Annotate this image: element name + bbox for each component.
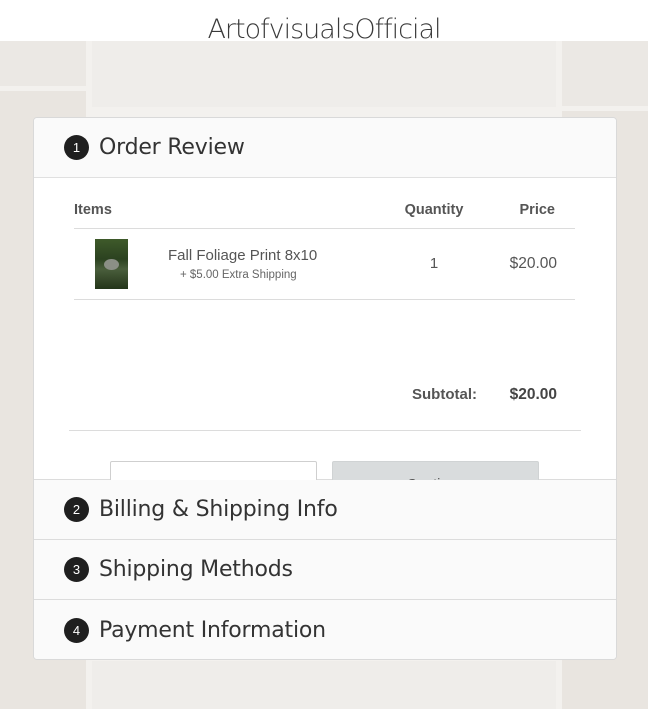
step-order-review[interactable]: 1 Order Review bbox=[34, 118, 616, 178]
divider bbox=[69, 430, 581, 431]
item-description-cell: Fall Foliage Print 8x10 + $5.00 Extra Sh… bbox=[134, 228, 389, 300]
item-price: $20.00 bbox=[479, 228, 575, 300]
step-title: Billing & Shipping Info bbox=[99, 497, 338, 522]
step-shipping-methods[interactable]: 3 Shipping Methods bbox=[34, 540, 616, 600]
items-column-header: Items bbox=[74, 192, 389, 229]
subtotal-value: $20.00 bbox=[509, 386, 557, 403]
item-quantity: 1 bbox=[389, 228, 479, 300]
price-column-header: Price bbox=[479, 192, 575, 229]
subtotal-label: Subtotal: bbox=[412, 386, 477, 403]
step-number-badge: 3 bbox=[64, 557, 89, 582]
step-title: Shipping Methods bbox=[99, 557, 293, 582]
step-payment-information[interactable]: 4 Payment Information bbox=[34, 600, 616, 659]
table-row: Fall Foliage Print 8x10 + $5.00 Extra Sh… bbox=[74, 228, 575, 300]
item-thumbnail-cell bbox=[74, 228, 134, 300]
brand-logo[interactable]: ArtofvisualsOfficial bbox=[0, 14, 648, 45]
step-number-badge: 2 bbox=[64, 497, 89, 522]
checkout-panel: 1 Order Review Items Quantity Price Fall… bbox=[33, 117, 617, 660]
order-items-table: Items Quantity Price Fall Foliage Print … bbox=[74, 192, 575, 300]
step-number-badge: 4 bbox=[64, 617, 89, 643]
step-title: Order Review bbox=[99, 135, 245, 160]
item-name: Fall Foliage Print 8x10 bbox=[168, 246, 318, 264]
step-billing-shipping[interactable]: 2 Billing & Shipping Info bbox=[34, 480, 616, 540]
item-shipping-note: + $5.00 Extra Shipping bbox=[180, 268, 297, 281]
quantity-column-header: Quantity bbox=[389, 192, 479, 229]
product-thumbnail[interactable] bbox=[95, 238, 128, 289]
order-review-body: Items Quantity Price Fall Foliage Print … bbox=[34, 178, 616, 509]
bg-tile bbox=[92, 661, 556, 709]
bg-tile bbox=[0, 41, 86, 86]
step-number-badge: 1 bbox=[64, 135, 89, 160]
step-title: Payment Information bbox=[99, 617, 326, 643]
bg-tile bbox=[562, 41, 648, 106]
bg-tile bbox=[92, 41, 556, 107]
table-header-row: Items Quantity Price bbox=[74, 192, 575, 229]
